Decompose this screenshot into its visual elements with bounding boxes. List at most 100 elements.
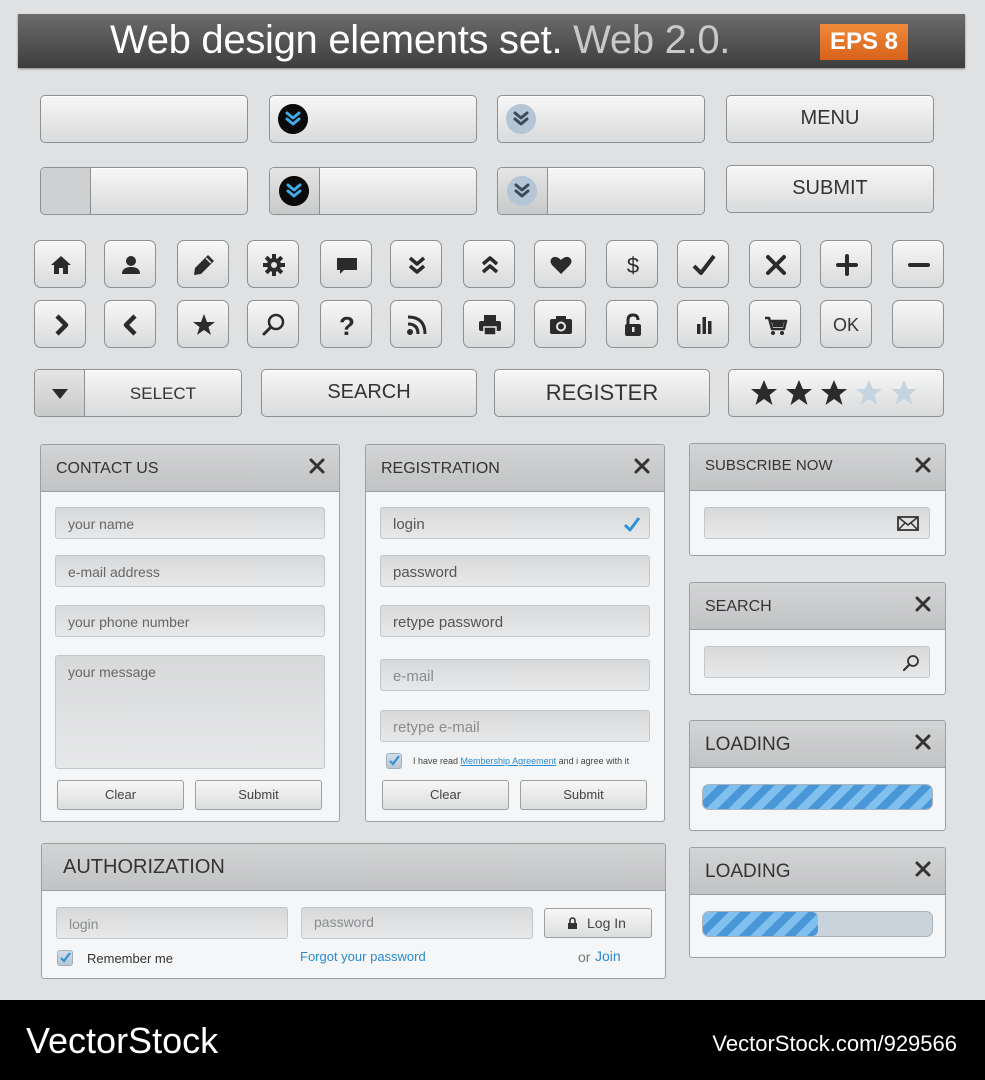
registration-header: REGISTRATION: [366, 445, 664, 492]
blank-button[interactable]: [40, 95, 248, 143]
settings-button[interactable]: [247, 240, 299, 288]
loading-panel-half: LOADING: [689, 847, 946, 958]
split-dropdown-light-segment[interactable]: [498, 168, 548, 214]
star-filled-icon[interactable]: [784, 378, 814, 408]
agree-suffix: and i agree with it: [558, 756, 630, 766]
search-icon-button[interactable]: [247, 300, 299, 348]
registration-submit-button[interactable]: Submit: [520, 780, 647, 810]
join-link[interactable]: Join: [595, 948, 621, 964]
camera-button[interactable]: [534, 300, 586, 348]
registration-clear-button[interactable]: Clear: [382, 780, 509, 810]
expand-down-button[interactable]: [390, 240, 442, 288]
dropdown-light-button[interactable]: [497, 95, 705, 143]
dropdown-dark-button[interactable]: [269, 95, 477, 143]
menu-button-label: MENU: [800, 107, 860, 129]
retype-password-field[interactable]: retype password: [380, 605, 650, 637]
star-rating[interactable]: [728, 369, 944, 417]
bookmark-star-button[interactable]: [177, 300, 229, 348]
unlock-button[interactable]: [606, 300, 658, 348]
search-panel-input[interactable]: [704, 646, 930, 678]
blank-icon-button[interactable]: [892, 300, 944, 348]
reg-email-field[interactable]: e-mail: [380, 659, 650, 691]
register-button[interactable]: REGISTER: [494, 369, 710, 417]
retype-email-placeholder: retype e-mail: [393, 719, 480, 736]
search-panel-header: SEARCH: [690, 583, 945, 630]
close-icon[interactable]: [307, 456, 327, 476]
home-button[interactable]: [34, 240, 86, 288]
name-field[interactable]: your name: [55, 507, 325, 539]
star-empty-icon[interactable]: [889, 378, 919, 408]
select-dropdown[interactable]: SELECT: [34, 369, 242, 417]
rss-icon: [407, 315, 427, 335]
user-button[interactable]: [104, 240, 156, 288]
log-in-button[interactable]: Log In: [544, 908, 652, 938]
close-icon[interactable]: [913, 859, 933, 879]
dollar-icon: $: [627, 253, 639, 278]
split-dropdown-dark[interactable]: [269, 167, 477, 215]
retype-password-placeholder: retype password: [393, 614, 504, 631]
password-field[interactable]: password: [380, 555, 650, 587]
add-button[interactable]: [820, 240, 872, 288]
close-icon[interactable]: [632, 456, 652, 476]
email-field[interactable]: e-mail address: [55, 555, 325, 587]
chevron-double-down-icon: [506, 104, 536, 134]
rss-button[interactable]: [390, 300, 442, 348]
confirm-button[interactable]: [677, 240, 729, 288]
auth-password-field[interactable]: password: [301, 907, 533, 939]
chat-button[interactable]: [320, 240, 372, 288]
reg-email-placeholder: e-mail: [393, 668, 434, 685]
remove-button[interactable]: [892, 240, 944, 288]
envelope-icon[interactable]: [897, 516, 919, 531]
forgot-password-link[interactable]: Forgot your password: [300, 949, 426, 964]
split-dropdown-light[interactable]: [497, 167, 705, 215]
authorization-title: AUTHORIZATION: [63, 856, 225, 878]
progress-bar-half: [702, 911, 933, 937]
speech-bubble-icon: [337, 258, 357, 274]
price-button[interactable]: $: [606, 240, 658, 288]
contact-clear-button[interactable]: Clear: [57, 780, 184, 810]
password-field-placeholder: password: [393, 564, 458, 581]
message-field[interactable]: your message: [55, 655, 325, 769]
agree-checkbox[interactable]: [386, 753, 402, 769]
collapse-up-button[interactable]: [463, 240, 515, 288]
retype-email-field[interactable]: retype e-mail: [380, 710, 650, 742]
next-button[interactable]: [34, 300, 86, 348]
remember-me-checkbox[interactable]: [57, 950, 73, 966]
split-button[interactable]: [40, 167, 248, 215]
membership-agreement-link[interactable]: Membership Agreement: [461, 756, 557, 766]
minus-icon: [908, 263, 930, 267]
banner-title-main: Web design elements set.: [110, 18, 563, 62]
search-button[interactable]: SEARCH: [261, 369, 477, 417]
split-button-segment[interactable]: [41, 168, 91, 214]
select-dropdown-segment[interactable]: [35, 370, 85, 416]
menu-button[interactable]: MENU: [726, 95, 934, 143]
subscribe-email-field[interactable]: [704, 507, 930, 539]
ok-button[interactable]: OK: [820, 300, 872, 348]
favorite-button[interactable]: [534, 240, 586, 288]
star-filled-icon[interactable]: [749, 378, 779, 408]
search-panel: SEARCH: [689, 582, 946, 695]
help-button[interactable]: ?: [320, 300, 372, 348]
close-icon[interactable]: [913, 594, 933, 614]
registration-title: REGISTRATION: [381, 460, 500, 477]
phone-field-placeholder: your phone number: [68, 614, 190, 630]
close-icon[interactable]: [913, 455, 933, 475]
star-empty-icon[interactable]: [854, 378, 884, 408]
close-icon[interactable]: [913, 732, 933, 752]
cart-button[interactable]: [749, 300, 801, 348]
phone-field[interactable]: your phone number: [55, 605, 325, 637]
submit-button[interactable]: SUBMIT: [726, 165, 934, 213]
stats-button[interactable]: [677, 300, 729, 348]
contact-submit-button[interactable]: Submit: [195, 780, 322, 810]
print-button[interactable]: [463, 300, 515, 348]
login-field[interactable]: login: [380, 507, 650, 539]
star-filled-icon[interactable]: [819, 378, 849, 408]
banner-subtitle: Web 2.0.: [573, 18, 731, 62]
close-button[interactable]: [749, 240, 801, 288]
split-dropdown-dark-segment[interactable]: [270, 168, 320, 214]
previous-button[interactable]: [104, 300, 156, 348]
checkmark-icon: [692, 254, 716, 275]
auth-login-field[interactable]: login: [56, 907, 288, 939]
search-icon[interactable]: [902, 654, 920, 672]
edit-button[interactable]: [177, 240, 229, 288]
